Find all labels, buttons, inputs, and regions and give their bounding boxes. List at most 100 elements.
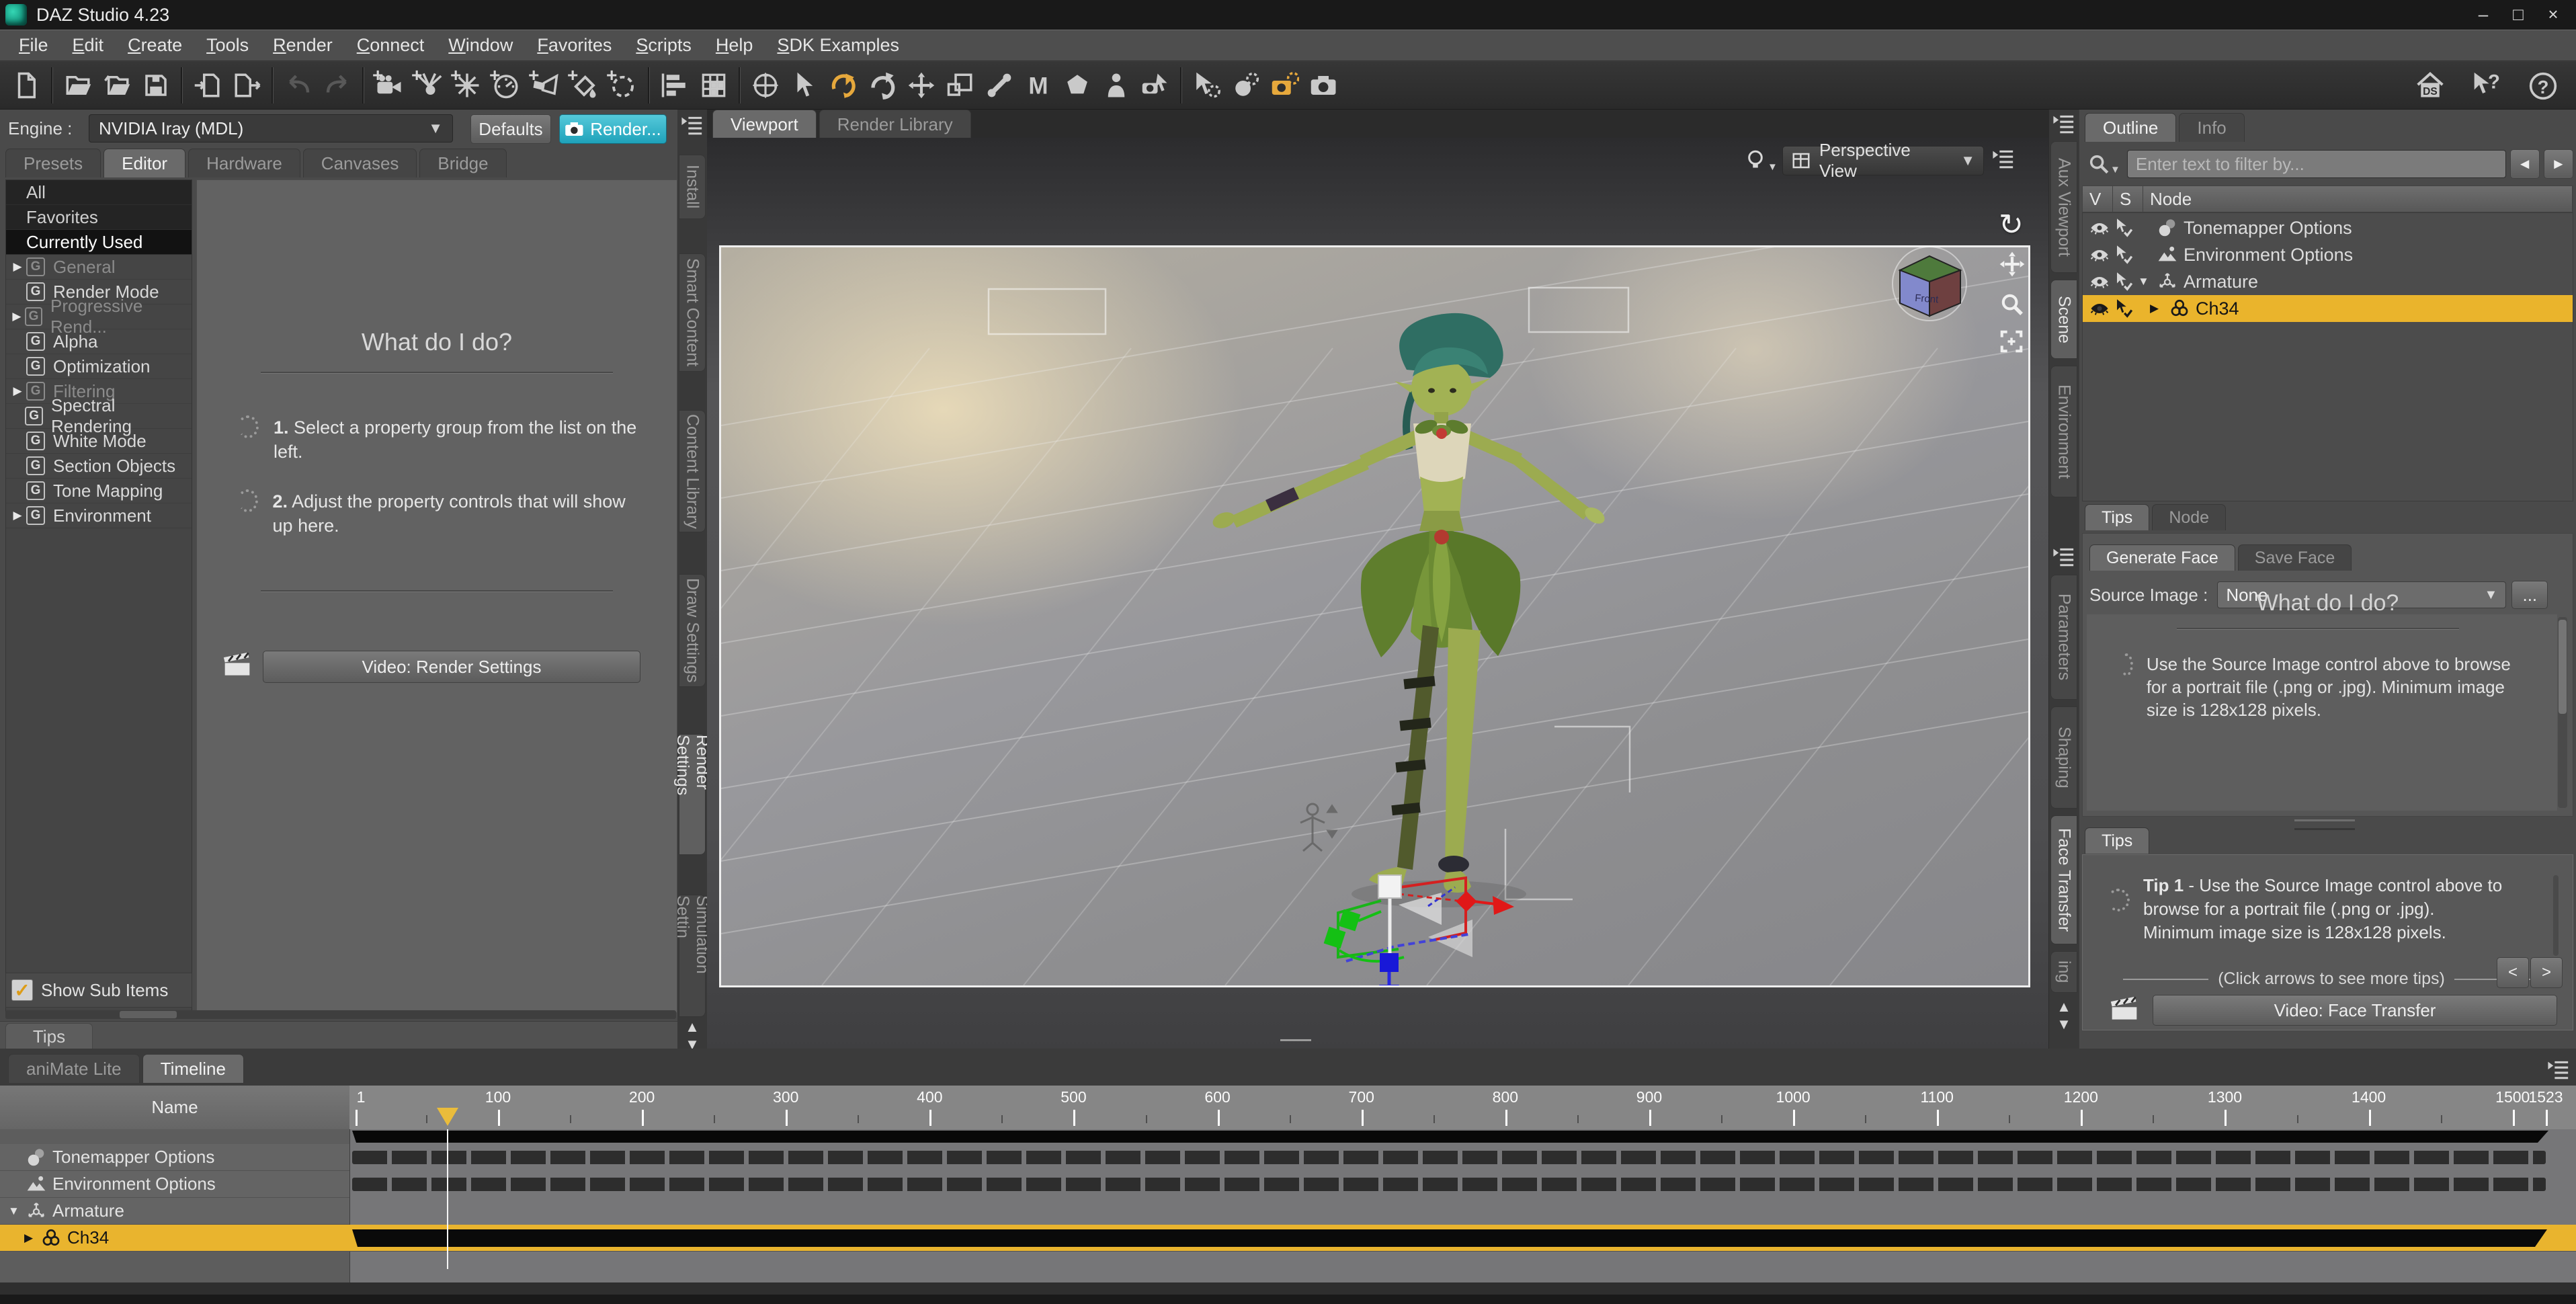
new-distant-light-button[interactable] bbox=[409, 66, 448, 105]
pane-menu-icon[interactable] bbox=[681, 114, 704, 136]
scene-node-ch34[interactable]: ▶Ch34 bbox=[2083, 295, 2573, 322]
column-node[interactable]: Node bbox=[2143, 186, 2573, 212]
selectable-cursor-icon[interactable] bbox=[2114, 298, 2134, 319]
tab-node[interactable]: Node bbox=[2152, 504, 2226, 530]
tips-scrollbar[interactable] bbox=[2553, 875, 2559, 956]
save-file-button[interactable] bbox=[136, 66, 175, 105]
scroll-up-icon[interactable]: ▲ bbox=[2056, 998, 2071, 1016]
camera-shortcut-button[interactable] bbox=[1304, 66, 1343, 105]
dock-tab-simulation-settin[interactable]: Simulation Settin bbox=[679, 895, 706, 1017]
pane-menu-icon[interactable] bbox=[2052, 545, 2075, 568]
expander-icon[interactable]: ▶ bbox=[2150, 302, 2159, 315]
horizontal-scrollbar[interactable] bbox=[5, 1010, 676, 1019]
menu-tools[interactable]: Tools bbox=[194, 35, 261, 56]
tab-viewport[interactable]: Viewport bbox=[712, 110, 817, 138]
geometry-editor-tool-button[interactable] bbox=[1058, 66, 1097, 105]
column-visibility[interactable]: V bbox=[2083, 186, 2113, 212]
menu-help[interactable]: Help bbox=[704, 35, 765, 56]
timeline-pane-menu-icon[interactable] bbox=[2547, 1058, 2570, 1081]
help-button[interactable]: ? bbox=[2524, 67, 2563, 106]
menu-edit[interactable]: Edit bbox=[60, 35, 116, 56]
playhead-marker[interactable] bbox=[437, 1108, 458, 1126]
scene-node-tonemapper-options[interactable]: Tonemapper Options bbox=[2083, 214, 2573, 241]
group-all[interactable]: All bbox=[6, 180, 192, 205]
universal-tool-button[interactable] bbox=[746, 66, 785, 105]
new-null-button[interactable] bbox=[604, 66, 642, 105]
pane-menu-icon[interactable] bbox=[2052, 112, 2075, 135]
group-section-objects[interactable]: GSection Objects bbox=[6, 454, 192, 479]
tab-outline[interactable]: Outline bbox=[2085, 113, 2176, 142]
filter-next-button[interactable]: ► bbox=[2544, 149, 2573, 179]
keyframe-track[interactable] bbox=[352, 1178, 2546, 1191]
scene-node-environment-options[interactable]: Environment Options bbox=[2083, 241, 2573, 268]
engine-dropdown[interactable]: NVIDIA Iray (MDL) ▼ bbox=[89, 114, 453, 142]
figure-setup-tool-button[interactable] bbox=[1097, 66, 1136, 105]
scene-node-armature[interactable]: ▼Armature bbox=[2083, 268, 2573, 295]
scale-tool-button[interactable] bbox=[941, 66, 980, 105]
dock-tab-render-settings[interactable]: Render Settings bbox=[679, 734, 706, 855]
dock-tab-ing[interactable]: ing bbox=[2050, 951, 2077, 993]
tab-timeline[interactable]: Timeline bbox=[142, 1054, 244, 1083]
joint-editor-tool-button[interactable] bbox=[980, 66, 1019, 105]
frame-view-icon[interactable] bbox=[1999, 329, 2024, 354]
timeline-row-tonemapper-options[interactable]: Tonemapper Options bbox=[0, 1144, 349, 1171]
scroll-up-icon[interactable]: ▲ bbox=[685, 1018, 700, 1036]
tab-animate-lite[interactable]: aniMate Lite bbox=[8, 1054, 140, 1083]
column-selectability[interactable]: S bbox=[2113, 186, 2143, 212]
undo-button[interactable] bbox=[279, 66, 318, 105]
scene-filter-input[interactable] bbox=[2127, 150, 2506, 178]
expand-icon[interactable]: ▶ bbox=[9, 509, 26, 522]
expander-icon[interactable]: ▼ bbox=[2138, 275, 2149, 288]
daz-home-button[interactable]: DS bbox=[2411, 67, 2450, 106]
selectable-cursor-icon[interactable] bbox=[2114, 218, 2134, 238]
show-sub-items-checkbox[interactable]: ✓ bbox=[11, 979, 33, 1001]
dock-tab-aux-viewport[interactable]: Aux Viewport bbox=[2050, 141, 2077, 273]
menu-file[interactable]: File bbox=[7, 35, 60, 56]
scroll-down-icon[interactable]: ▼ bbox=[2056, 1016, 2071, 1033]
previous-tip-button[interactable]: < bbox=[2497, 957, 2529, 988]
orbit-icon[interactable]: ↻ bbox=[1999, 208, 2024, 242]
new-file-button[interactable] bbox=[7, 66, 46, 105]
expand-icon[interactable]: ▶ bbox=[9, 384, 26, 398]
pointer-tool-button[interactable] bbox=[785, 66, 824, 105]
dock-tab-content-library[interactable]: Content Library bbox=[679, 410, 706, 532]
selectable-cursor-icon[interactable] bbox=[2114, 245, 2134, 265]
render-settings-shortcut-button[interactable] bbox=[1265, 66, 1304, 105]
group-currently-used[interactable]: Currently Used bbox=[6, 230, 192, 255]
visibility-eye-icon[interactable] bbox=[2089, 245, 2110, 265]
tab-generate-face[interactable]: Generate Face bbox=[2089, 544, 2235, 571]
zoom-icon[interactable] bbox=[1999, 291, 2024, 317]
expand-icon[interactable]: ▶ bbox=[9, 310, 25, 323]
export-file-button[interactable] bbox=[227, 66, 266, 105]
translate-tool-button[interactable] bbox=[902, 66, 941, 105]
menu-render[interactable]: Render bbox=[261, 35, 345, 56]
scrollbar-thumb[interactable] bbox=[2559, 620, 2567, 714]
minimize-button[interactable]: – bbox=[2466, 1, 2501, 27]
expander-icon[interactable]: ▼ bbox=[8, 1205, 19, 1218]
menu-sdk-examples[interactable]: SDK Examples bbox=[765, 35, 911, 56]
lighting-mode-icon[interactable]: ▼ bbox=[1743, 149, 1778, 173]
menu-create[interactable]: Create bbox=[116, 35, 194, 56]
group-alpha[interactable]: GAlpha bbox=[6, 329, 192, 354]
defaults-button[interactable]: Defaults bbox=[470, 114, 551, 144]
view-cube[interactable]: Front bbox=[1886, 243, 1974, 324]
new-camera-button[interactable] bbox=[370, 66, 409, 105]
tab-info[interactable]: Info bbox=[2179, 113, 2244, 142]
dock-tab-smart-content[interactable]: Smart Content bbox=[679, 253, 706, 372]
group-environment[interactable]: ▶GEnvironment bbox=[6, 503, 192, 528]
timeline-ruler[interactable]: 1100200300400500600700800900100011001200… bbox=[349, 1086, 2576, 1129]
new-paint-bucket-button[interactable] bbox=[565, 66, 604, 105]
visibility-eye-icon[interactable] bbox=[2089, 298, 2110, 319]
dock-tab-shaping[interactable]: Shaping bbox=[2050, 706, 2077, 809]
scrollbar-thumb[interactable] bbox=[120, 1011, 177, 1018]
tab-canvases[interactable]: Canvases bbox=[303, 149, 417, 177]
group-favorites[interactable]: Favorites bbox=[6, 205, 192, 230]
rotate-tool-button[interactable] bbox=[863, 66, 902, 105]
expander-icon[interactable]: ▶ bbox=[24, 1231, 33, 1245]
group-optimization[interactable]: GOptimization bbox=[6, 354, 192, 379]
viewport-pane-menu-icon[interactable] bbox=[1992, 147, 2015, 170]
tab-presets[interactable]: Presets bbox=[5, 149, 101, 177]
menu-connect[interactable]: Connect bbox=[345, 35, 437, 56]
group-white-mode[interactable]: GWhite Mode bbox=[6, 429, 192, 454]
close-button[interactable]: × bbox=[2536, 1, 2571, 27]
